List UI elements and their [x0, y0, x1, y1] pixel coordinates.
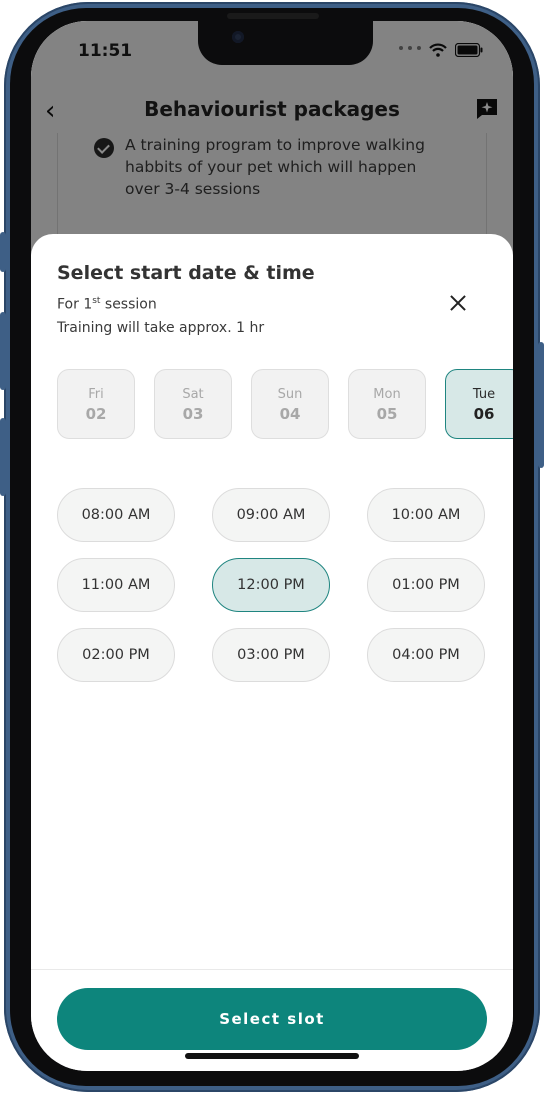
side-button: [0, 232, 6, 272]
date-number: 06: [473, 405, 495, 423]
footer-divider: [31, 969, 513, 970]
time-slot[interactable]: 04:00 PM: [367, 628, 485, 682]
sheet-title: Select start date & time: [57, 262, 315, 284]
session-label-prefix: For 1: [57, 296, 93, 313]
close-icon[interactable]: [443, 288, 473, 318]
date-chip-selected[interactable]: Tue 06: [445, 369, 513, 439]
notch: [198, 21, 373, 65]
camera-icon: [232, 31, 244, 43]
time-slot-selected[interactable]: 12:00 PM: [212, 558, 330, 612]
date-day: Mon: [373, 387, 401, 402]
date-number: 03: [182, 405, 204, 423]
date-number: 04: [279, 405, 301, 423]
speaker-grille: [227, 13, 319, 19]
screen: 11:51 ‹ Behaviourist packages A training…: [31, 21, 513, 1071]
time-slot[interactable]: 01:00 PM: [367, 558, 485, 612]
time-slot[interactable]: 02:00 PM: [57, 628, 175, 682]
date-day: Sun: [277, 387, 303, 402]
time-slot[interactable]: 08:00 AM: [57, 488, 175, 542]
date-chip[interactable]: Sun 04: [251, 369, 329, 439]
date-number: 02: [85, 405, 107, 423]
date-chip[interactable]: Sat 03: [154, 369, 232, 439]
date-number: 05: [376, 405, 398, 423]
session-label: For 1st session: [57, 296, 157, 313]
date-chip[interactable]: Fri 02: [57, 369, 135, 439]
select-slot-button[interactable]: Select slot: [57, 988, 487, 1050]
duration-note: Training will take approx. 1 hr: [57, 320, 265, 336]
side-button: [538, 342, 544, 468]
date-day: Tue: [472, 387, 496, 402]
date-chip[interactable]: Mon 05: [348, 369, 426, 439]
time-slot[interactable]: 03:00 PM: [212, 628, 330, 682]
time-slot[interactable]: 11:00 AM: [57, 558, 175, 612]
time-slot[interactable]: 09:00 AM: [212, 488, 330, 542]
date-selector: Fri 02 Sat 03 Sun 04 Mon 05 Tue 06: [57, 368, 513, 444]
side-button: [0, 312, 6, 390]
date-day: Sat: [182, 387, 204, 402]
slot-picker-sheet: Select start date & time For 1st session…: [31, 234, 513, 1071]
time-slot[interactable]: 10:00 AM: [367, 488, 485, 542]
date-day: Fri: [88, 387, 104, 402]
session-label-suffix: session: [100, 296, 157, 313]
side-button: [0, 418, 6, 496]
home-indicator: [185, 1053, 359, 1059]
